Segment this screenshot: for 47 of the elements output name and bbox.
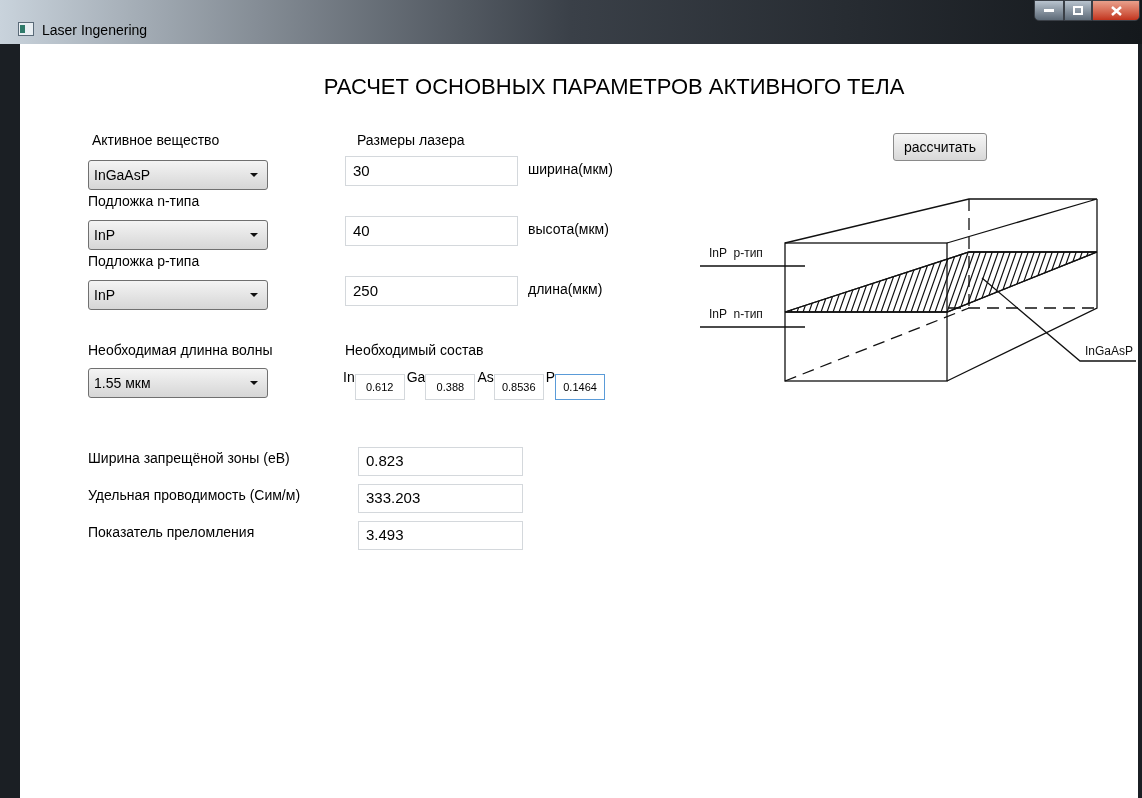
page-heading: РАСЧЕТ ОСНОВНЫХ ПАРАМЕТРОВ АКТИВНОГО ТЕЛА <box>323 73 905 101</box>
app-icon <box>18 22 34 36</box>
dropdown[interactable]: 1.55 мкм <box>88 368 268 398</box>
maximize-button[interactable] <box>1064 0 1092 21</box>
input-field[interactable]: 250 <box>345 276 518 306</box>
unit-label: длина(мкм) <box>528 280 603 299</box>
maximize-icon <box>1073 6 1083 15</box>
field-label: Активное вещество <box>91 131 221 150</box>
caret-icon <box>250 293 258 297</box>
input-field[interactable]: 0.388 <box>425 374 476 400</box>
field-label: Необходимый состав <box>345 341 484 360</box>
dropdown[interactable]: InGaAsP <box>88 160 268 190</box>
input-field[interactable]: 0.612 <box>354 374 405 400</box>
caret-icon <box>250 381 258 385</box>
unit-label: ширина(мкм) <box>528 160 613 179</box>
element-symbol: Ga <box>406 368 426 387</box>
diagram-label: InP p-тип <box>709 246 763 260</box>
input-field[interactable]: 333.203 <box>358 484 523 513</box>
minimize-icon <box>1044 8 1054 13</box>
input-field[interactable]: 0.8536 <box>493 374 544 400</box>
input-field[interactable]: 0.823 <box>358 447 523 476</box>
result-label: Ширина запрещёной зоны (еВ) <box>87 449 291 468</box>
unit-label: высота(мкм) <box>528 220 609 239</box>
result-label: Удельная проводимость (Сим/м) <box>87 486 302 505</box>
minimize-button[interactable] <box>1034 0 1064 21</box>
field-label: Размеры лазера <box>356 131 465 150</box>
close-button[interactable] <box>1092 0 1140 21</box>
window-title: Laser Ingenering <box>42 21 148 40</box>
element-symbol: As <box>477 368 494 387</box>
element-symbol: P <box>545 368 556 387</box>
diagram-label: InGaAsP <box>1085 344 1134 358</box>
diagram-label: InP n-тип <box>709 307 763 321</box>
caret-icon <box>250 173 258 177</box>
result-label: Показатель преломления <box>87 523 256 542</box>
field-label: Необходимая длинна волны <box>87 341 274 360</box>
element-symbol: In <box>343 368 355 387</box>
caret-icon <box>250 233 258 237</box>
close-icon <box>1110 5 1122 16</box>
dropdown[interactable]: InP <box>88 220 268 250</box>
input-field[interactable]: 0.1464 <box>555 374 606 400</box>
input-field[interactable]: 40 <box>345 216 518 246</box>
input-field[interactable]: 30 <box>345 156 518 186</box>
field-label: Подложка n-типа <box>87 192 201 211</box>
input-field[interactable]: 3.493 <box>358 521 523 550</box>
field-label: Подложка p-типа <box>87 252 201 271</box>
calculate-button[interactable]: рассчитать <box>893 133 987 161</box>
dropdown[interactable]: InP <box>88 280 268 310</box>
